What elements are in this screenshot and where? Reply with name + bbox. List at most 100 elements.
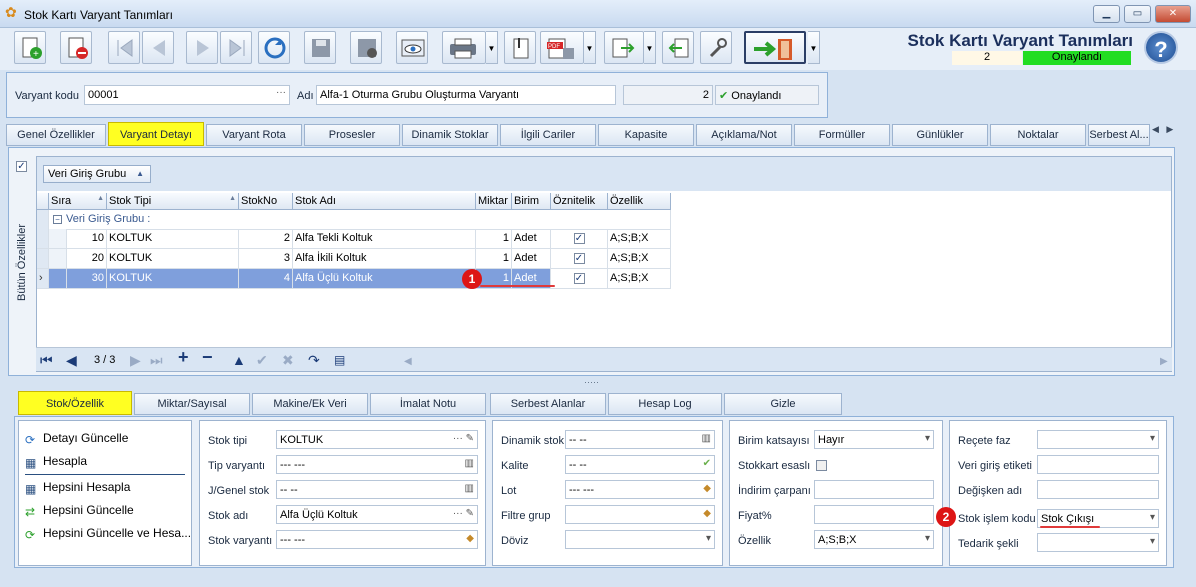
print-button[interactable] xyxy=(442,31,486,64)
variant-name-input[interactable]: Alfa-1 Oturma Grubu Oluşturma Varyantı xyxy=(316,85,616,105)
tip-varyanti-input[interactable]: --- --- ▥ xyxy=(276,455,478,474)
tab-varyant-detayi[interactable]: Varyant Detayı xyxy=(108,122,204,146)
action-hesapla[interactable]: ▦ Hesapla xyxy=(25,454,87,470)
stok-varyanti-input[interactable]: --- --- ◆ xyxy=(276,530,478,549)
subtab-gizle[interactable]: Gizle xyxy=(724,393,842,415)
tab-gunlukler[interactable]: Günlükler xyxy=(892,124,988,146)
lot-input[interactable]: --- --- ◆ xyxy=(565,480,715,499)
tab-dinamik-stoklar[interactable]: Dinamik Stoklar xyxy=(402,124,498,146)
nav-last-icon[interactable]: ⏭ xyxy=(150,352,163,368)
tab-kapasite[interactable]: Kapasite xyxy=(598,124,694,146)
group-by-button[interactable]: Veri Giriş Grubu ▲ xyxy=(43,165,151,183)
indirim-carpani-input[interactable] xyxy=(814,480,934,499)
action-hepsini-hesapla[interactable]: ▦ Hepsini Hesapla xyxy=(25,480,130,496)
tab-aciklama-not[interactable]: Açıklama/Not xyxy=(696,124,792,146)
help-button[interactable]: ? xyxy=(1144,31,1178,64)
import-button[interactable] xyxy=(662,31,694,64)
print-dropdown[interactable]: ▼ xyxy=(486,31,498,64)
tab-formuller[interactable]: Formüller xyxy=(794,124,890,146)
variant-code-input[interactable]: 00001 ··· xyxy=(84,85,290,105)
col-miktar-header[interactable]: Miktar xyxy=(476,193,512,210)
nav-remove-icon[interactable]: − xyxy=(202,348,213,366)
kalite-input[interactable]: -- -- ✔ xyxy=(565,455,715,474)
subtab-serbest-alanlar[interactable]: Serbest Alanlar xyxy=(490,393,606,415)
first-record-button[interactable] xyxy=(108,31,140,64)
tab-varyant-rota[interactable]: Varyant Rota xyxy=(206,124,302,146)
exit-button[interactable] xyxy=(744,31,806,64)
col-ozellik-header[interactable]: Özellik xyxy=(608,193,671,210)
minimize-button[interactable]: ▁ xyxy=(1093,5,1120,23)
nav-up-icon[interactable]: ▲ xyxy=(232,352,246,368)
subtab-miktar-sayisal[interactable]: Miktar/Sayısal xyxy=(134,393,250,415)
tab-ilgili-cariler[interactable]: İlgili Cariler xyxy=(500,124,596,146)
nav-first-icon[interactable]: ⏮ xyxy=(40,352,53,368)
save-button[interactable] xyxy=(304,31,336,64)
table-row[interactable]: 20 KOLTUK 3 Alfa İkili Koltuk 1 Adet ✓ A… xyxy=(37,249,671,269)
birim-katsayisi-select[interactable]: Hayır ▾ xyxy=(814,430,934,449)
cancel-save-button[interactable] xyxy=(350,31,382,64)
nav-confirm-icon[interactable]: ✔ xyxy=(256,352,268,368)
subtab-stok-ozellik[interactable]: Stok/Özellik xyxy=(18,391,132,415)
attach-button[interactable] xyxy=(504,31,536,64)
tab-noktalar[interactable]: Noktalar xyxy=(990,124,1086,146)
tab-genel-ozellikler[interactable]: Genel Özellikler xyxy=(6,124,106,146)
pdf-button[interactable]: PDF xyxy=(540,31,584,64)
exit-dropdown[interactable]: ▼ xyxy=(808,31,820,64)
hscroll-left-icon[interactable]: ◀ xyxy=(404,354,412,370)
subtab-makine-ek-veri[interactable]: Makine/Ek Veri xyxy=(252,393,368,415)
tools-button[interactable] xyxy=(700,31,732,64)
close-button[interactable]: ✕ xyxy=(1155,5,1191,23)
fiyat-yuzde-input[interactable] xyxy=(814,505,934,524)
stok-tipi-input[interactable]: KOLTUK ··· ✎ xyxy=(276,430,478,449)
prev-record-button[interactable] xyxy=(142,31,174,64)
hscroll-right-icon[interactable]: ▶ xyxy=(1160,354,1168,370)
tedarik-sekli-select[interactable]: ▾ xyxy=(1037,533,1159,552)
group-row[interactable]: − Veri Giriş Grubu : xyxy=(37,210,671,230)
tab-scroll-arrows[interactable]: ◀ ▶ xyxy=(1152,124,1182,138)
stok-adi-input[interactable]: Alfa Üçlü Koltuk ··· ✎ xyxy=(276,505,478,524)
j-genel-stok-input[interactable]: -- -- ▥ xyxy=(276,480,478,499)
ozellik-select[interactable]: A;S;B;X ▾ xyxy=(814,530,934,549)
action-detayi-guncelle[interactable]: ⟳ Detayı Güncelle xyxy=(25,431,128,447)
action-hepsini-guncelle[interactable]: ⇄ Hepsini Güncelle xyxy=(25,503,134,519)
refresh-button[interactable] xyxy=(258,31,290,64)
col-birim-header[interactable]: Birim xyxy=(512,193,551,210)
nav-next-icon[interactable]: ▶ xyxy=(130,352,141,368)
doviz-select[interactable]: ▾ xyxy=(565,530,715,549)
nav-cancel-icon[interactable]: ✖ xyxy=(282,352,294,368)
table-row[interactable]: 10 KOLTUK 2 Alfa Tekli Koltuk 1 Adet ✓ A… xyxy=(37,229,671,249)
col-sira-header[interactable]: Sıra ▲ xyxy=(49,193,107,210)
veri-giris-etiketi-input[interactable] xyxy=(1037,455,1159,474)
recete-faz-select[interactable]: ▾ xyxy=(1037,430,1159,449)
nav-add-icon[interactable]: + xyxy=(178,348,189,366)
prev-icon xyxy=(153,40,165,56)
subtab-imalat-notu[interactable]: İmalat Notu xyxy=(370,393,486,415)
nav-grid-icon[interactable]: ▤ xyxy=(334,352,345,368)
dinamik-stok-input[interactable]: -- -- ▥ xyxy=(565,430,715,449)
last-record-button[interactable] xyxy=(220,31,252,64)
stokkart-esasli-checkbox[interactable] xyxy=(816,460,827,474)
tab-prosesler[interactable]: Prosesler xyxy=(304,124,400,146)
degisken-adi-input[interactable] xyxy=(1037,480,1159,499)
tab-serbest-alanlar[interactable]: Serbest Al... xyxy=(1088,124,1150,146)
col-stok-tipi-header[interactable]: Stok Tipi ▲ xyxy=(107,193,239,210)
maximize-button[interactable]: ▭ xyxy=(1124,5,1151,23)
nav-prev-icon[interactable]: ◀ xyxy=(66,352,77,368)
export-button[interactable] xyxy=(604,31,644,64)
subtab-hesap-log[interactable]: Hesap Log xyxy=(608,393,722,415)
col-stokno-header[interactable]: StokNo xyxy=(239,193,293,210)
pdf-dropdown[interactable]: ▼ xyxy=(584,31,596,64)
col-oznitelik-header[interactable]: Öznitelik xyxy=(551,193,608,210)
action-hepsini-guncelle-hesapla[interactable]: ⟳ Hepsini Güncelle ve Hesa... xyxy=(25,526,191,542)
preview-button[interactable] xyxy=(396,31,428,64)
splitter-handle[interactable]: ····· xyxy=(584,378,604,387)
export-dropdown[interactable]: ▼ xyxy=(644,31,656,64)
delete-record-button[interactable] xyxy=(60,31,92,64)
col-stok-adi-header[interactable]: Stok Adı xyxy=(293,193,476,210)
table-row-selected[interactable]: › 30 KOLTUK 4 Alfa Üçlü Koltuk 1 Adet ✓ … xyxy=(37,269,671,289)
new-record-button[interactable]: + xyxy=(14,31,46,64)
filtre-grup-input[interactable]: ◆ xyxy=(565,505,715,524)
approved-checkbox[interactable]: ✔ Onaylandı xyxy=(715,85,819,105)
nav-refresh-icon[interactable]: ↷ xyxy=(308,352,320,368)
next-record-button[interactable] xyxy=(186,31,218,64)
